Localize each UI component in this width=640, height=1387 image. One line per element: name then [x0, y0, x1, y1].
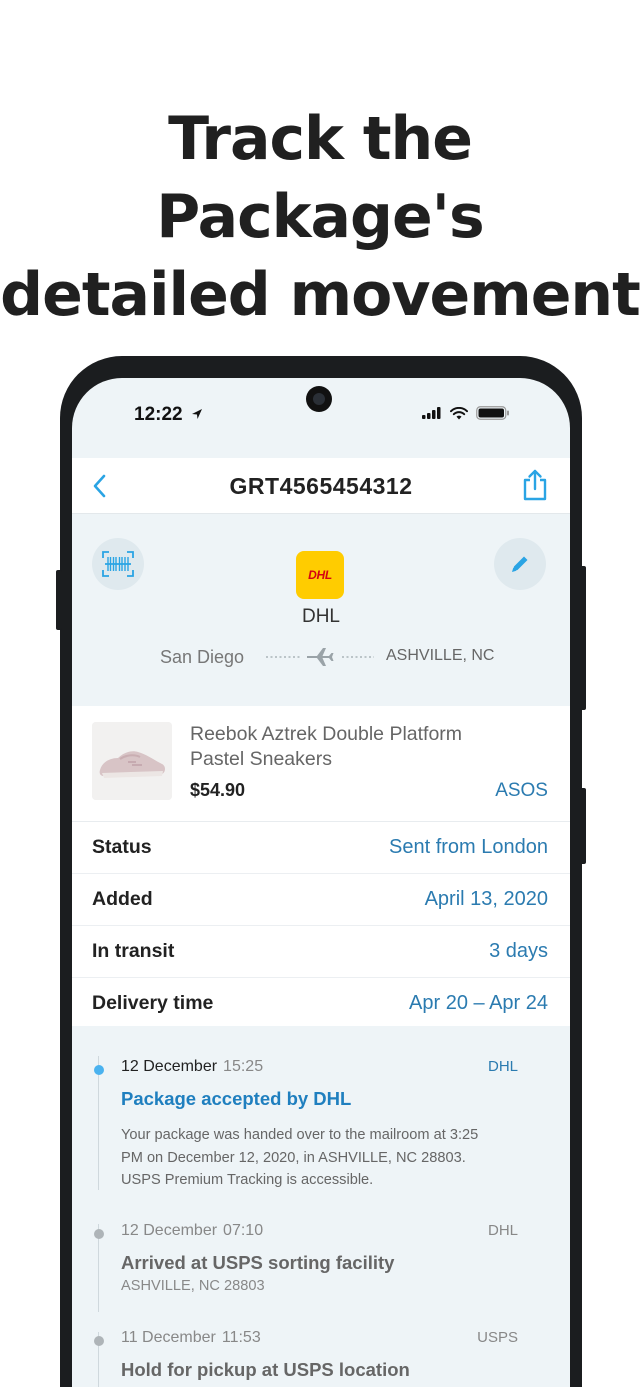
- event-time: 15:25: [223, 1058, 264, 1075]
- info-label: In transit: [92, 940, 175, 962]
- info-value: 3 days: [489, 940, 548, 962]
- info-row-status: Status Sent from London: [72, 822, 570, 874]
- event-location: ASHVILLE, NC 28803: [121, 1278, 265, 1294]
- battery-icon: [476, 406, 509, 420]
- route-origin: San Diego: [160, 647, 245, 667]
- headline-line-2: detailed movement: [0, 260, 640, 330]
- event-description: Your package was handed over to the mail…: [121, 1127, 479, 1188]
- product-card[interactable]: Reebok Aztrek Double Platform Pastel Sne…: [72, 706, 570, 822]
- event-time: 07:10: [223, 1222, 264, 1239]
- sneaker-image: [92, 722, 172, 800]
- status-bar: 12:22: [72, 378, 570, 456]
- event-day: 11 December: [121, 1329, 216, 1346]
- info-label: Delivery time: [92, 992, 214, 1014]
- event-day: 12 December: [121, 1058, 218, 1075]
- carrier-name: DHL: [301, 606, 340, 627]
- phone-side-button: [56, 570, 62, 630]
- event-carrier: DHL: [487, 1058, 518, 1075]
- phone-side-button: [580, 788, 586, 864]
- product-price: $54.90: [190, 780, 246, 800]
- shipment-info-list: Status Sent from London Added April 13, …: [72, 822, 570, 1030]
- info-row-in-transit: In transit 3 days: [72, 926, 570, 978]
- edit-button[interactable]: [494, 538, 546, 590]
- product-image: [92, 722, 172, 800]
- event-date: 11 December 11:53: [121, 1329, 261, 1347]
- event-title: Package accepted by DHL: [121, 1088, 352, 1109]
- tracking-number-title: GRT4565454312: [229, 473, 413, 499]
- status-time-text: 12:22: [134, 404, 183, 425]
- front-camera: [306, 386, 332, 412]
- event-title: Hold for pickup at USPS location: [121, 1359, 410, 1380]
- info-row-added: Added April 13, 2020: [72, 874, 570, 926]
- wifi-icon: [450, 406, 468, 419]
- status-time: 12:22: [134, 404, 204, 426]
- barcode-scan-button[interactable]: [92, 538, 144, 590]
- dhl-logo: DHL: [296, 551, 344, 599]
- headline-line-1: Track the Package's: [156, 104, 485, 252]
- cellular-signal-icon: [422, 407, 441, 419]
- product-store[interactable]: ASOS: [495, 780, 548, 802]
- airplane-icon: [266, 648, 374, 666]
- info-label: Status: [92, 836, 152, 858]
- timeline-connector: [98, 1056, 99, 1190]
- event-carrier: USPS: [477, 1329, 518, 1346]
- phone-side-button: [580, 566, 586, 710]
- barcode-scan-icon: [102, 551, 134, 577]
- route-destination: ASHVILLE, NC: [386, 647, 495, 664]
- event-date: 12 December 15:25: [121, 1058, 263, 1076]
- event-time: 11:53: [221, 1329, 261, 1346]
- info-value: Apr 20 – Apr 24: [409, 992, 548, 1014]
- dhl-logo-text: DHL: [308, 568, 332, 582]
- event-day: 12 December: [121, 1222, 218, 1239]
- pencil-icon: [512, 556, 528, 572]
- event-date: 12 December 07:10: [121, 1222, 263, 1240]
- event-title: Arrived at USPS sorting facility: [121, 1252, 395, 1273]
- info-value: Sent from London: [389, 836, 548, 858]
- event-carrier: DHL: [487, 1222, 518, 1239]
- phone-screen: 12:22 GRT4565454312 DHL DHL San Diego AS…: [72, 378, 570, 1387]
- promo-headline: Track the Package's detailed movement: [0, 100, 640, 334]
- location-arrow-icon: [191, 409, 202, 419]
- product-name: Reebok Aztrek Double Platform Pastel Sne…: [190, 723, 463, 770]
- tracking-timeline: 12 December 15:25 DHL Package accepted by…: [72, 1026, 570, 1387]
- navigation-bar: GRT4565454312: [72, 458, 570, 514]
- timeline-dot: [94, 1229, 104, 1239]
- info-value: April 13, 2020: [424, 888, 548, 910]
- timeline-dot: [94, 1336, 104, 1346]
- share-icon[interactable]: [520, 468, 550, 502]
- info-row-delivery-time: Delivery time Apr 20 – Apr 24: [72, 978, 570, 1030]
- timeline-dot-active: [94, 1065, 104, 1075]
- info-label: Added: [92, 888, 153, 910]
- carrier-panel: DHL DHL San Diego ASHVILLE, NC: [72, 514, 570, 706]
